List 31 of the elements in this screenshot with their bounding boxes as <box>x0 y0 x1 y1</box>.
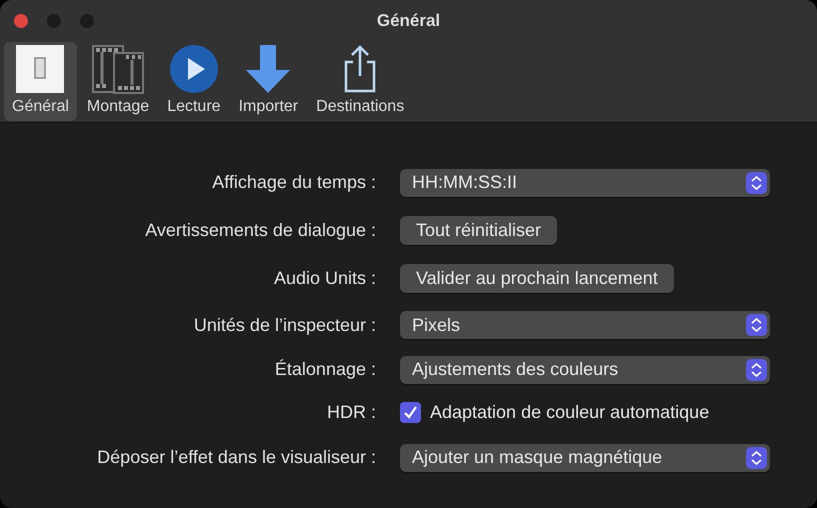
stepper-icon <box>746 358 767 380</box>
play-icon <box>168 44 219 94</box>
down-arrow-icon <box>245 44 292 94</box>
checkbox-label: Adaptation de couleur automatique <box>430 402 710 423</box>
stepper-icon <box>746 172 767 194</box>
setting-label: Avertissements de dialogue : <box>144 220 376 240</box>
film-strip-icon <box>92 44 144 94</box>
popup-menu[interactable]: Pixels <box>400 311 770 339</box>
toolbar-tab[interactable]: Général <box>4 42 77 121</box>
setting-label: Unités de l’inspecteur : <box>192 314 376 336</box>
setting-label: HDR : <box>326 402 376 423</box>
share-icon <box>343 44 378 94</box>
window-title: Général <box>376 11 440 31</box>
popup-menu[interactable]: Ajustements des couleurs <box>400 356 770 384</box>
toolbar-tab[interactable]: Montage <box>78 42 158 121</box>
popup-menu[interactable]: Ajouter un masque magnétique <box>400 444 770 472</box>
setting-label: Audio Units : <box>272 268 376 288</box>
switch-icon <box>15 44 66 94</box>
setting-label: Affichage du temps : <box>211 172 376 193</box>
toolbar-tab[interactable]: Importer <box>230 42 306 121</box>
popup-menu[interactable]: HH:MM:SS:II <box>400 168 770 196</box>
toolbar-tab[interactable]: Lecture <box>159 42 229 121</box>
setting-label: Étalonnage : <box>274 359 376 380</box>
toolbar-tab[interactable]: Destinations <box>308 42 412 121</box>
stepper-icon <box>746 314 767 336</box>
setting-label: Déposer l’effet dans le visualiseur : <box>96 447 376 468</box>
close-button[interactable] <box>14 14 28 28</box>
action-button[interactable]: Tout réinitialiser <box>400 216 558 244</box>
action-button[interactable]: Valider au prochain lancement <box>400 264 674 292</box>
checkbox[interactable] <box>400 402 421 423</box>
stepper-icon <box>746 446 767 468</box>
